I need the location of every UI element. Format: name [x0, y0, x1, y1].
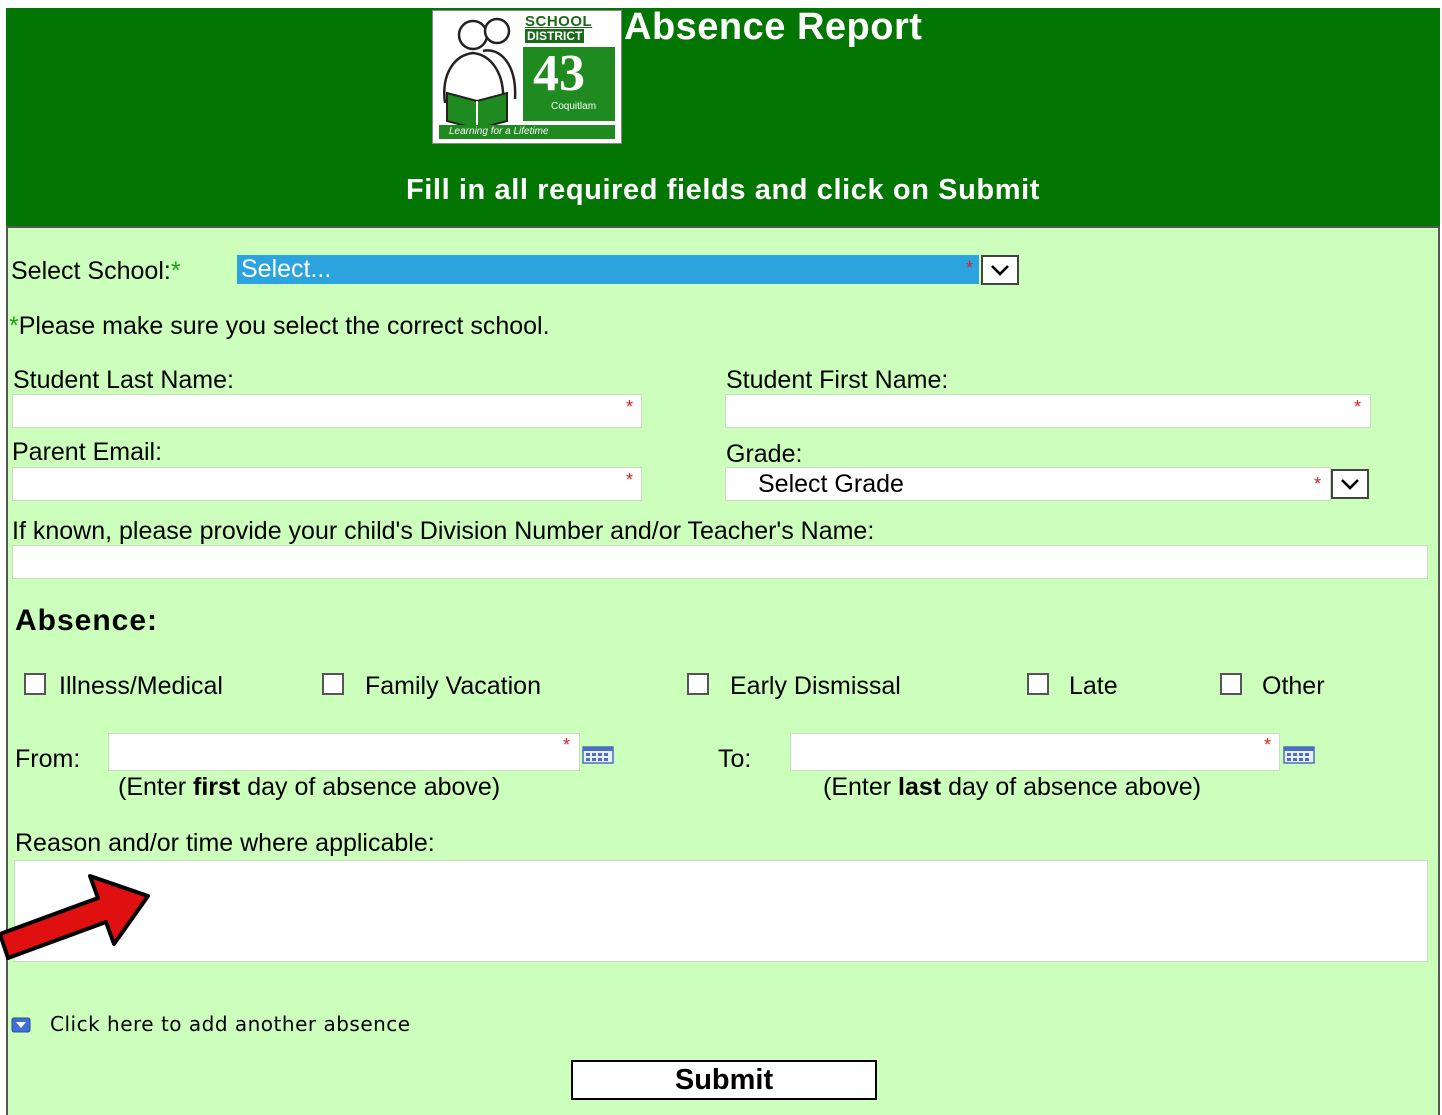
late-checkbox[interactable]	[1027, 673, 1049, 695]
from-date-input[interactable]	[108, 733, 580, 771]
school-required-mark: *	[170, 257, 181, 285]
absence-heading: Absence:	[15, 604, 159, 637]
chevron-down-icon	[1341, 479, 1359, 490]
division-teacher-input[interactable]	[12, 545, 1428, 579]
email-label: Parent Email:	[12, 438, 163, 466]
logo-district-text: DISTRICT	[525, 29, 585, 43]
chevron-down-icon	[991, 265, 1009, 276]
other-label: Other	[1262, 672, 1325, 700]
grade-dropdown-button[interactable]	[1331, 469, 1369, 499]
page-title: Absence Report	[624, 6, 923, 48]
first-name-label: Student First Name:	[726, 366, 949, 394]
calendar-icon[interactable]	[582, 746, 614, 764]
to-hint: (Enter last day of absence above)	[823, 773, 1201, 802]
from-required-star: *	[563, 735, 571, 755]
grade-select-value: Select Grade	[758, 470, 904, 498]
school-note: *Please make sure you select the correct…	[9, 312, 550, 340]
grade-required-star: *	[1314, 474, 1322, 494]
other-checkbox[interactable]	[1220, 673, 1242, 695]
grade-select[interactable]: Select Grade	[725, 467, 1331, 501]
to-hint-bold: last	[898, 773, 942, 801]
family-vacation-label: Family Vacation	[365, 672, 541, 700]
to-label: To:	[718, 745, 752, 773]
last-name-label: Student Last Name:	[13, 366, 234, 394]
late-label: Late	[1069, 672, 1118, 700]
to-hint-post: day of absence above)	[941, 773, 1202, 801]
reason-label: Reason and/or time where applicable:	[15, 829, 435, 857]
illness-medical-label: Illness/Medical	[59, 672, 223, 700]
grade-label: Grade:	[726, 440, 803, 468]
logo-tagline: Learning for a Lifetime	[449, 126, 549, 137]
school-select[interactable]: Select...	[237, 255, 979, 284]
last-name-required-star: *	[626, 397, 634, 417]
submit-button[interactable]: Submit	[571, 1060, 877, 1100]
from-hint: (Enter first day of absence above)	[118, 773, 500, 802]
logo-school-text: SCHOOL	[525, 13, 593, 30]
first-name-required-star: *	[1354, 397, 1362, 417]
school-label-text: Select School:	[11, 257, 171, 285]
from-label: From:	[15, 745, 81, 773]
district-logo: SCHOOL DISTRICT 43 Coquitlam Learning fo…	[432, 10, 622, 144]
school-note-text: Please make sure you select the correct …	[18, 312, 550, 340]
to-date-input[interactable]	[790, 733, 1280, 771]
school-label: Select School:*	[11, 257, 181, 286]
expand-down-icon[interactable]	[11, 1017, 31, 1033]
last-name-input[interactable]	[12, 394, 642, 428]
school-select-value: Select...	[241, 255, 332, 283]
add-another-absence-link[interactable]: Click here to add another absence	[50, 1012, 411, 1036]
school-required-star: *	[966, 258, 974, 278]
from-hint-post: day of absence above)	[240, 773, 501, 801]
division-label: If known, please provide your child's Di…	[12, 517, 875, 545]
illness-medical-checkbox[interactable]	[24, 673, 46, 695]
page-subtitle: Fill in all required fields and click on…	[405, 174, 1041, 206]
annotation-arrow-icon	[0, 874, 150, 960]
email-input[interactable]	[12, 467, 642, 501]
from-hint-pre: (Enter	[118, 773, 194, 801]
family-vacation-checkbox[interactable]	[322, 673, 344, 695]
to-required-star: *	[1264, 735, 1272, 755]
logo-city: Coquitlam	[551, 101, 597, 112]
calendar-icon[interactable]	[1283, 746, 1315, 764]
logo-number: 43	[533, 45, 585, 102]
early-dismissal-checkbox[interactable]	[687, 673, 709, 695]
first-name-input[interactable]	[725, 394, 1371, 428]
from-hint-bold: first	[193, 773, 241, 801]
early-dismissal-label: Early Dismissal	[730, 672, 901, 700]
to-hint-pre: (Enter	[823, 773, 899, 801]
reason-textarea[interactable]	[14, 860, 1428, 962]
school-dropdown-button[interactable]	[981, 255, 1019, 285]
email-required-star: *	[626, 470, 634, 490]
